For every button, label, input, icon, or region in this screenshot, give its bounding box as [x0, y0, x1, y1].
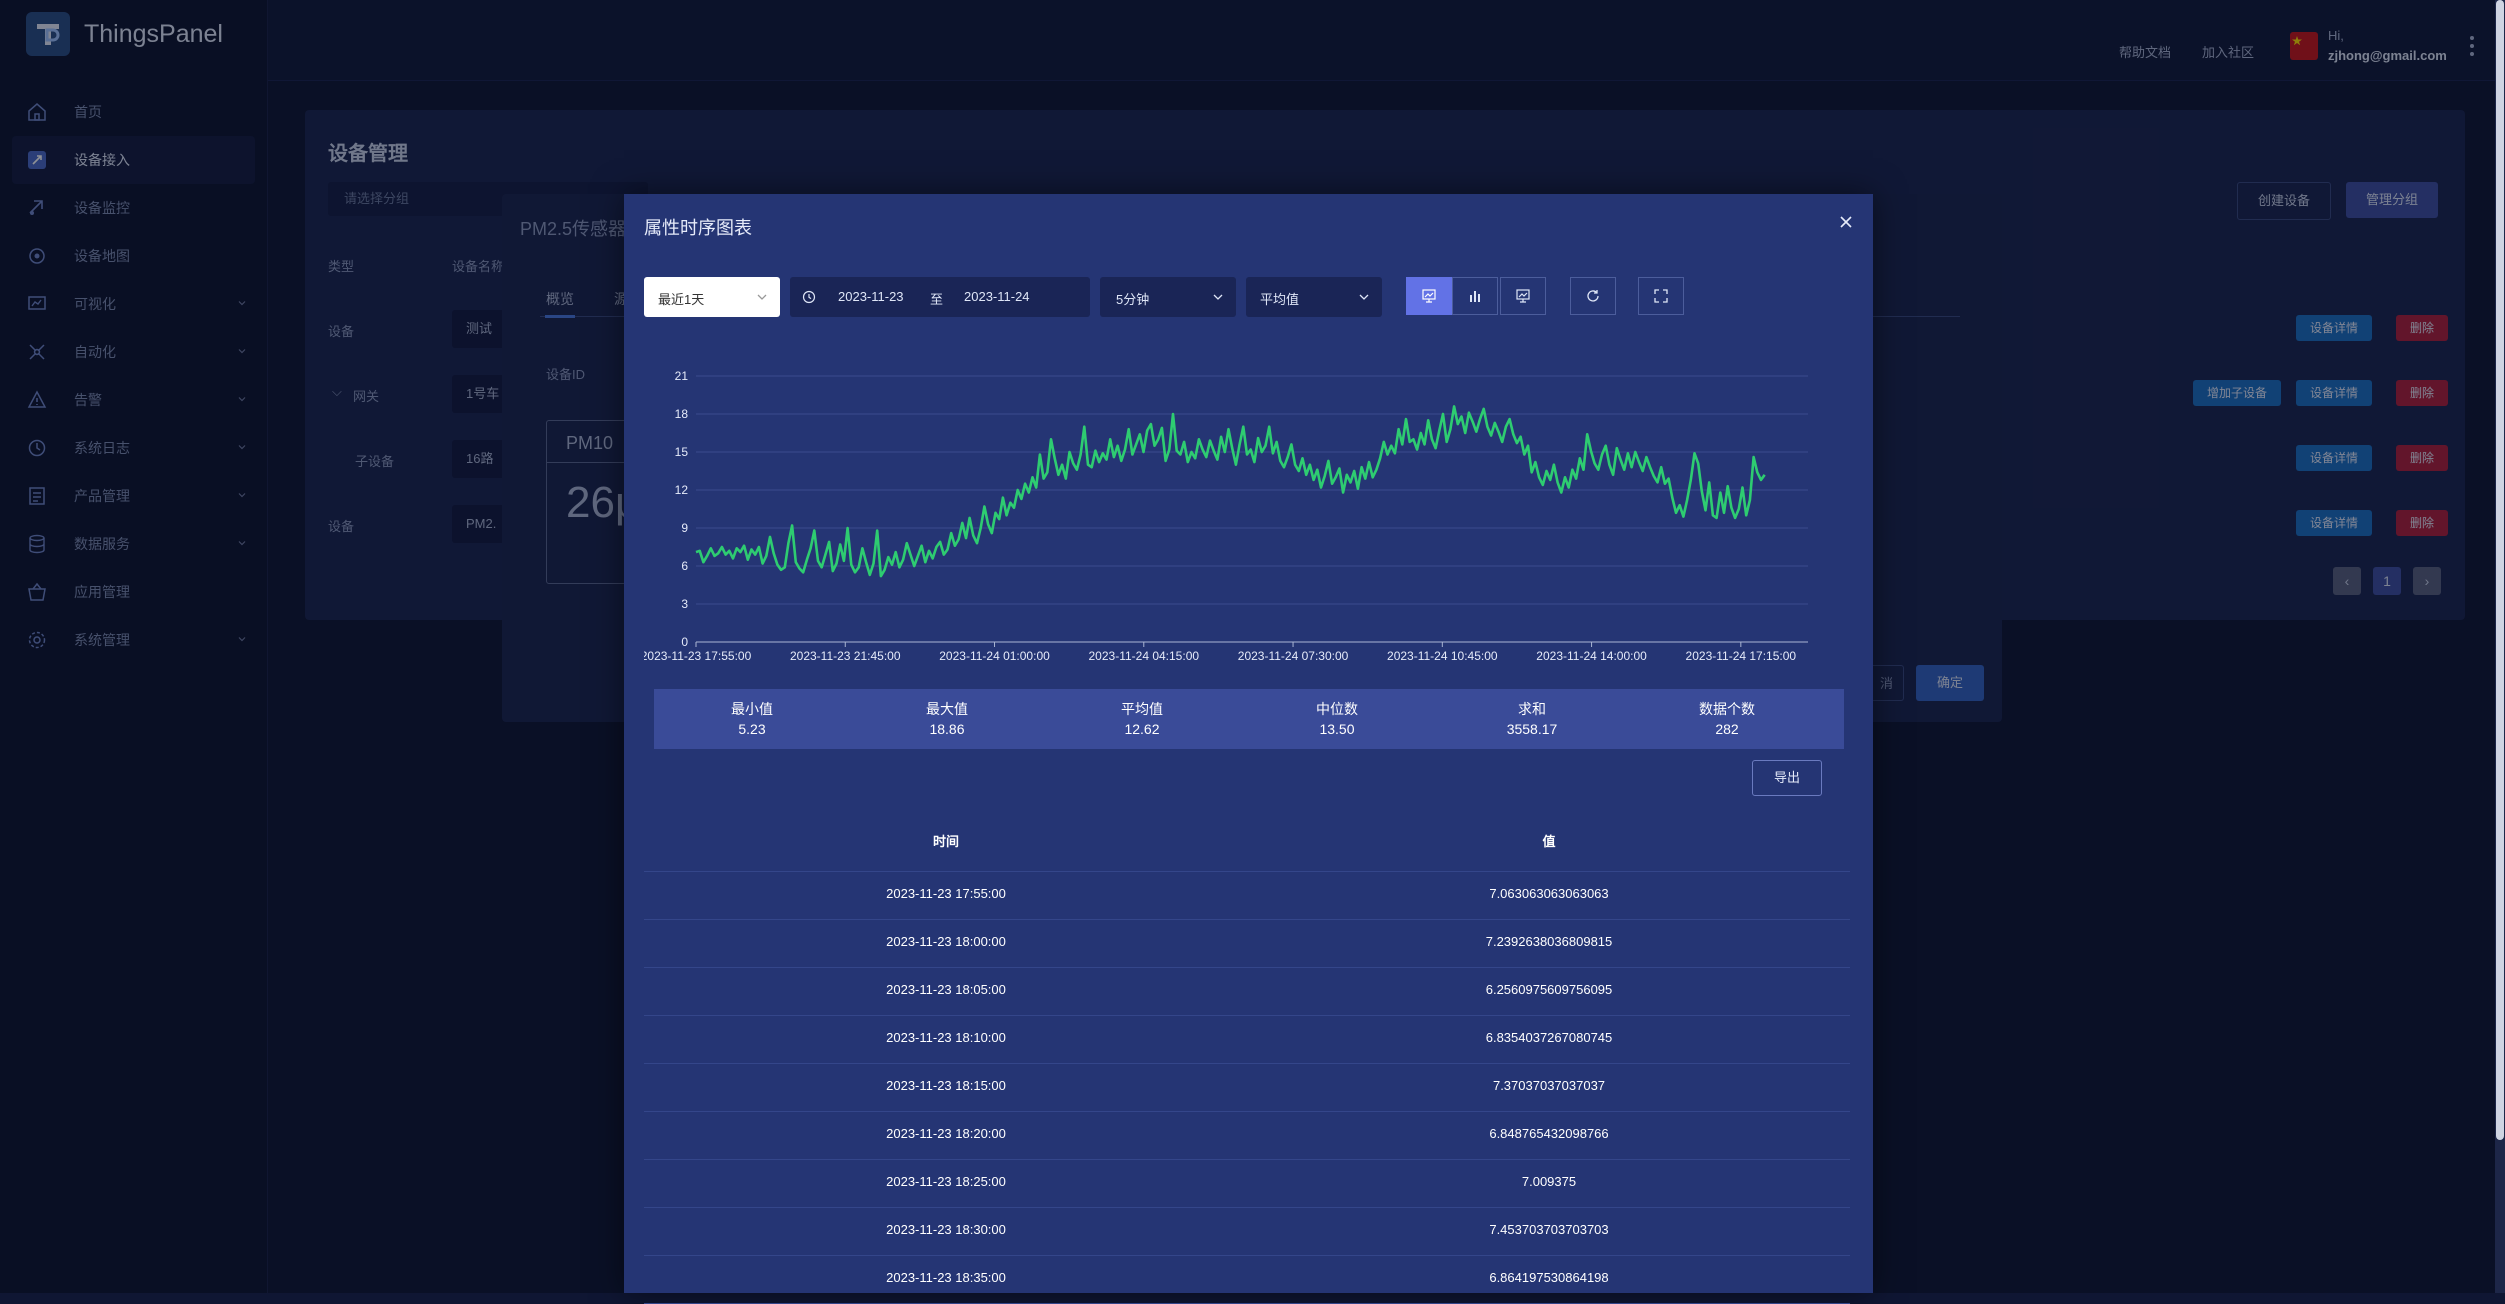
cell-value: 7.2392638036809815 — [1485, 934, 1613, 949]
clock-icon — [802, 290, 816, 304]
chart-modal-title: 属性时序图表 — [644, 218, 752, 238]
stat-item: 最小值 5.23 — [654, 699, 850, 739]
cell-value: 7.009375 — [1521, 1174, 1577, 1189]
stat-item: 中位数 13.50 — [1239, 699, 1435, 739]
stat-value: 3558.17 — [1506, 721, 1558, 737]
stat-value: 13.50 — [1319, 721, 1355, 737]
x-tick-label: 2023-11-24 10:45:00 — [1387, 649, 1498, 662]
cell-value: 7.453703703703703 — [1489, 1222, 1609, 1237]
y-tick-label: 3 — [681, 597, 688, 611]
refresh-button[interactable] — [1570, 277, 1616, 315]
line-chart-view-button[interactable] — [1406, 277, 1452, 315]
cell-value: 6.864197530864198 — [1489, 1270, 1609, 1285]
stat-item: 平均值 12.62 — [1044, 699, 1240, 739]
cell-value: 7.063063063063063 — [1489, 886, 1609, 901]
time-range-select[interactable]: 最近1天 — [644, 277, 780, 317]
x-tick-label: 2023-11-23 17:55:00 — [644, 649, 752, 662]
y-tick-label: 21 — [675, 369, 689, 383]
stat-label: 平均值 — [1121, 701, 1163, 717]
area-chart-icon — [1516, 289, 1530, 303]
table-row: 2023-11-23 17:55:00 7.063063063063063 — [644, 871, 1850, 920]
line-chart-icon — [1422, 289, 1436, 303]
y-tick-label: 9 — [681, 521, 688, 535]
column-header-time: 时间 — [932, 834, 959, 849]
cell-time: 2023-11-23 18:30:00 — [886, 1222, 1006, 1237]
cell-time: 2023-11-23 18:10:00 — [886, 1030, 1006, 1045]
cell-time: 2023-11-23 18:20:00 — [886, 1126, 1006, 1141]
interval-value: 5分钟 — [1116, 292, 1150, 307]
fullscreen-button[interactable] — [1638, 277, 1684, 315]
column-header-value: 值 — [1542, 834, 1556, 849]
close-icon[interactable] — [1838, 214, 1854, 230]
stat-label: 求和 — [1518, 701, 1546, 717]
table-row: 2023-11-23 18:10:00 6.8354037267080745 — [644, 1015, 1850, 1064]
cell-time: 2023-11-23 17:55:00 — [886, 886, 1006, 901]
end-date[interactable]: 2023-11-24 — [964, 289, 1030, 304]
bar-chart-icon — [1470, 291, 1480, 302]
chevron-down-icon — [1359, 294, 1369, 300]
x-tick-label: 2023-11-24 01:00:00 — [939, 649, 1050, 662]
x-tick-label: 2023-11-24 04:15:00 — [1089, 649, 1200, 662]
statistics-bar: 最小值 5.23 最大值 18.86 平均值 12.62 中位数 13.50 求和 3558.17… — [654, 689, 1844, 749]
stat-item: 数据个数 282 — [1629, 699, 1825, 739]
table-row: 2023-11-23 18:20:00 6.848765432098766 — [644, 1111, 1850, 1160]
y-tick-label: 12 — [675, 483, 689, 497]
cell-time: 2023-11-23 18:00:00 — [886, 934, 1006, 949]
stat-label: 最大值 — [926, 701, 968, 717]
table-row: 2023-11-23 18:30:00 7.453703703703703 — [644, 1207, 1850, 1256]
y-tick-label: 6 — [681, 559, 688, 573]
cell-value: 6.8354037267080745 — [1485, 1030, 1613, 1045]
fullscreen-icon — [1654, 289, 1668, 303]
interval-select[interactable]: 5分钟 — [1100, 277, 1236, 317]
cell-value: 7.37037037037037 — [1492, 1078, 1606, 1093]
series-line — [695, 405, 1766, 578]
scrollbar-thumb[interactable] — [2496, 0, 2504, 1140]
stat-label: 中位数 — [1316, 701, 1358, 717]
date-separator: 至 — [930, 292, 944, 307]
aggregation-value: 平均值 — [1260, 292, 1300, 307]
stat-value: 5.23 — [738, 721, 766, 737]
chevron-down-icon — [1213, 294, 1223, 300]
x-tick-label: 2023-11-23 21:45:00 — [790, 649, 901, 662]
x-tick-label: 2023-11-24 14:00:00 — [1536, 649, 1647, 662]
export-button[interactable]: 导出 — [1752, 760, 1822, 796]
refresh-icon — [1587, 290, 1599, 302]
cell-time: 2023-11-23 18:25:00 — [886, 1174, 1006, 1189]
y-tick-label: 0 — [681, 635, 688, 649]
bar-chart-view-button[interactable] — [1452, 277, 1498, 315]
time-range-value: 最近1天 — [658, 292, 705, 307]
stat-value: 12.62 — [1124, 721, 1160, 737]
cell-value: 6.2560975609756095 — [1485, 982, 1613, 997]
aggregation-select[interactable]: 平均值 — [1246, 277, 1382, 317]
table-row: 2023-11-23 18:00:00 7.2392638036809815 — [644, 919, 1850, 968]
chevron-down-icon — [757, 294, 767, 300]
x-tick-label: 2023-11-24 07:30:00 — [1238, 649, 1349, 662]
stat-label: 数据个数 — [1699, 701, 1755, 717]
stat-value: 282 — [1715, 721, 1739, 737]
stat-label: 最小值 — [731, 701, 773, 717]
table-row: 2023-11-23 18:35:00 6.864197530864198 — [644, 1255, 1850, 1304]
stat-item: 求和 3558.17 — [1434, 699, 1630, 739]
cell-time: 2023-11-23 18:15:00 — [886, 1078, 1006, 1093]
y-tick-label: 15 — [675, 445, 689, 459]
table-row: 2023-11-23 18:15:00 7.37037037037037 — [644, 1063, 1850, 1112]
cell-value: 6.848765432098766 — [1489, 1126, 1609, 1141]
stat-item: 最大值 18.86 — [849, 699, 1045, 739]
cell-time: 2023-11-23 18:35:00 — [886, 1270, 1006, 1285]
stat-value: 18.86 — [929, 721, 965, 737]
table-row: 2023-11-23 18:05:00 6.2560975609756095 — [644, 967, 1850, 1016]
table-row: 2023-11-23 18:25:00 7.009375 — [644, 1159, 1850, 1208]
date-range-picker[interactable]: 2023-11-23 至 2023-11-24 — [790, 277, 1090, 317]
x-tick-label: 2023-11-24 17:15:00 — [1686, 649, 1797, 662]
area-chart-view-button[interactable] — [1500, 277, 1546, 315]
table-header: 时间 值 — [644, 813, 1850, 872]
cell-time: 2023-11-23 18:05:00 — [886, 982, 1006, 997]
start-date[interactable]: 2023-11-23 — [838, 289, 904, 304]
y-tick-label: 18 — [675, 407, 689, 421]
time-series-chart[interactable]: 0 3 6 9 12 15 18 21 2023-11-23 17:55:00 2023-11-2… — [644, 366, 1840, 662]
